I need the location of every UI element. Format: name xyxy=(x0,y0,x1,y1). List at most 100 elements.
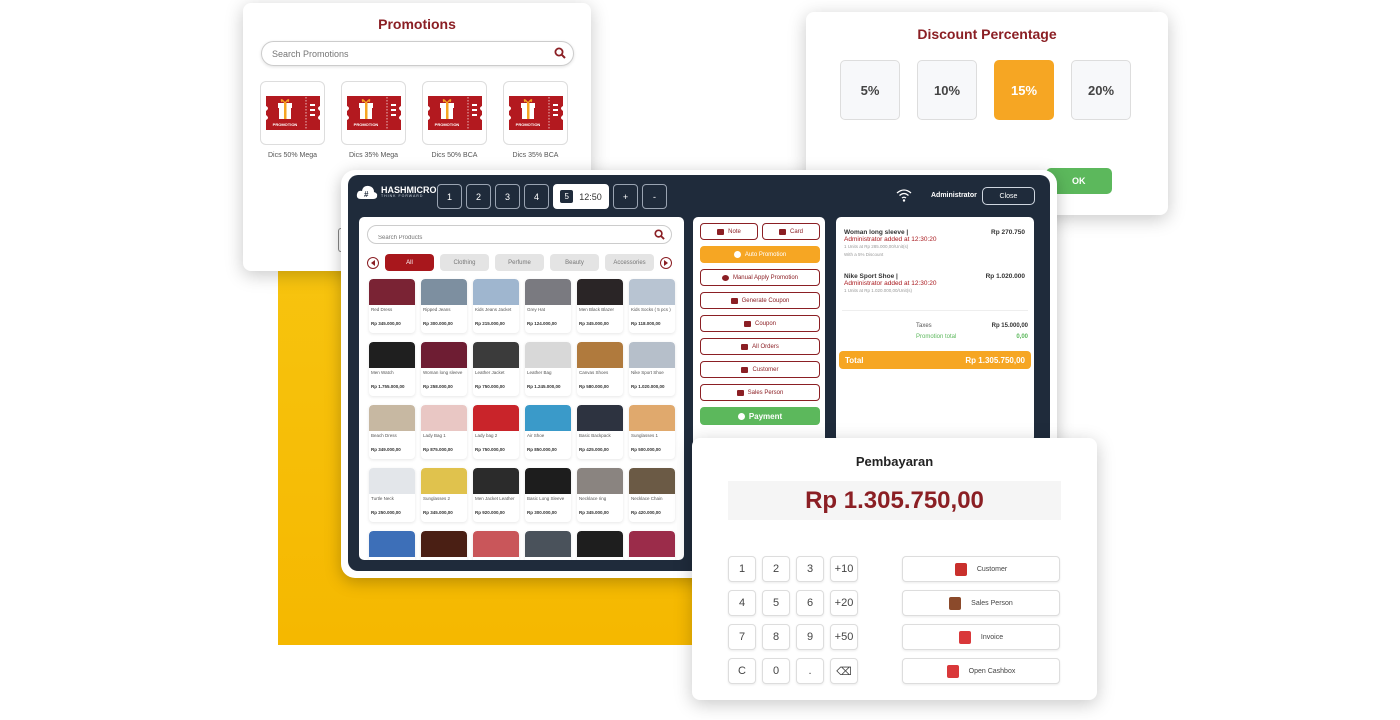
discount-title: Discount Percentage xyxy=(917,26,1057,42)
product-card[interactable]: Basic Long Sleeve Rp 300.000,00 xyxy=(525,468,571,522)
product-card[interactable]: Kids Socks ( 5 pcs ) Rp 118.000,00 xyxy=(629,279,675,333)
auto-promotion-button[interactable]: Auto Promotion xyxy=(700,246,820,263)
product-card[interactable]: Men Black Blazer Rp 345.000,00 xyxy=(577,279,623,333)
order-tab[interactable]: 4 xyxy=(524,184,549,209)
keypad-key[interactable]: 4 xyxy=(728,590,756,616)
product-card[interactable]: Woman long sleeve Rp 258.000,00 xyxy=(421,342,467,396)
product-card[interactable]: Ripped Jeans Rp 300.000,00 xyxy=(421,279,467,333)
product-card[interactable]: Grey Hat Rp 124.000,00 xyxy=(525,279,571,333)
keypad-key[interactable]: 5 xyxy=(762,590,790,616)
order-tab[interactable]: 1 xyxy=(437,184,462,209)
product-image xyxy=(629,531,675,557)
discount-option[interactable]: 20% xyxy=(1071,60,1131,120)
order-tab-active[interactable]: 5 12:50 xyxy=(553,184,609,209)
product-name: Sunglasses 1 xyxy=(631,433,659,438)
keypad-key[interactable]: +20 xyxy=(830,590,858,616)
discount-option[interactable]: 10% xyxy=(917,60,977,120)
promotion-item[interactable]: PROMOTION Dics 35% Mega xyxy=(341,81,406,159)
category-chip[interactable]: Accessories xyxy=(605,254,654,271)
product-card[interactable]: Beach Dress Rp 349.000,00 xyxy=(369,405,415,459)
product-card[interactable]: Lady bag 2 Rp 750.000,00 xyxy=(473,405,519,459)
product-grid: Red Dress Rp 345.000,00 Ripped Jeans Rp … xyxy=(369,279,675,560)
search-icon[interactable] xyxy=(654,229,665,240)
keypad-key[interactable]: 7 xyxy=(728,624,756,650)
sales-person-button[interactable]: Sales Person xyxy=(902,590,1060,616)
all-orders-button[interactable]: All Orders xyxy=(700,338,820,355)
keypad-key[interactable]: +50 xyxy=(830,624,858,650)
keypad-key[interactable]: 6 xyxy=(796,590,824,616)
promotion-item[interactable]: PROMOTION Dics 50% Mega xyxy=(260,81,325,159)
card-icon xyxy=(778,228,786,235)
product-card[interactable]: Leather Bag Rp 1.245.000,00 xyxy=(525,342,571,396)
scroll-left-icon[interactable] xyxy=(367,256,379,269)
product-card[interactable]: Men Watch Rp 1.755.000,00 xyxy=(369,342,415,396)
sales-person-button[interactable]: Sales Person xyxy=(700,384,820,401)
promotions-search[interactable] xyxy=(261,41,574,66)
promotion-total-label: Promotion total xyxy=(916,334,957,340)
payment-button[interactable]: Payment xyxy=(700,407,820,425)
promotions-search-input[interactable] xyxy=(262,42,532,65)
note-button[interactable]: Note xyxy=(700,223,758,240)
search-icon[interactable] xyxy=(554,47,566,59)
generate-coupon-button[interactable]: Generate Coupon xyxy=(700,292,820,309)
keypad-key[interactable]: C xyxy=(728,658,756,684)
manual-promotion-button[interactable]: Manual Apply Promotion xyxy=(700,269,820,286)
promotion-item[interactable]: PROMOTION Dics 35% BCA xyxy=(503,81,568,159)
discount-option[interactable]: 15% xyxy=(994,60,1054,120)
product-card[interactable] xyxy=(421,531,467,560)
keypad-key[interactable]: 3 xyxy=(796,556,824,582)
keypad-key[interactable]: +10 xyxy=(830,556,858,582)
product-card[interactable]: Kids Jeans Jacket Rp 215.000,00 xyxy=(473,279,519,333)
category-chip[interactable]: Beauty xyxy=(550,254,599,271)
keypad-key[interactable]: 8 xyxy=(762,624,790,650)
product-card[interactable]: Turtle Neck Rp 250.000,00 xyxy=(369,468,415,522)
category-chip[interactable]: All xyxy=(385,254,434,271)
open-cashbox-button[interactable]: Open Cashbox xyxy=(902,658,1060,684)
keypad-key[interactable]: 0 xyxy=(762,658,790,684)
product-card[interactable]: Red Dress Rp 345.000,00 xyxy=(369,279,415,333)
keypad-key[interactable]: 9 xyxy=(796,624,824,650)
keypad-key[interactable]: 2 xyxy=(762,556,790,582)
product-card[interactable]: Nike Sport Shoe Rp 1.020.000,00 xyxy=(629,342,675,396)
order-line[interactable]: Nike Sport Shoe | Rp 1.020.000 Administr… xyxy=(844,273,1029,295)
remove-tab-button[interactable]: - xyxy=(642,184,667,209)
order-line[interactable]: Woman long sleeve | Rp 270.750 Administr… xyxy=(844,229,1029,259)
order-tab[interactable]: 3 xyxy=(495,184,520,209)
add-tab-button[interactable]: + xyxy=(613,184,638,209)
scroll-right-icon[interactable] xyxy=(660,256,672,269)
invoice-button[interactable]: Invoice xyxy=(902,624,1060,650)
product-card[interactable]: Sunglasses 2 Rp 345.000,00 xyxy=(421,468,467,522)
customer-button[interactable]: Customer xyxy=(902,556,1060,582)
taxes-value: Rp 15.000,00 xyxy=(991,323,1028,329)
product-card[interactable]: Sunglasses 1 Rp 500.000,00 xyxy=(629,405,675,459)
product-card[interactable]: Air Shoe Rp 850.000,00 xyxy=(525,405,571,459)
cashbox-icon xyxy=(946,664,959,678)
customer-button[interactable]: Customer xyxy=(700,361,820,378)
backspace-key[interactable]: ⌫ xyxy=(830,658,858,684)
product-card[interactable]: Necklace ring Rp 345.000,00 xyxy=(577,468,623,522)
promotion-item[interactable]: PROMOTION Dics 50% BCA xyxy=(422,81,487,159)
product-card[interactable] xyxy=(525,531,571,560)
product-card[interactable]: Leather Jacket Rp 750.000,00 xyxy=(473,342,519,396)
order-tab[interactable]: 2 xyxy=(466,184,491,209)
keypad-key[interactable]: . xyxy=(796,658,824,684)
product-card[interactable] xyxy=(629,531,675,560)
card-button[interactable]: Card xyxy=(762,223,820,240)
svg-text:PROMOTION: PROMOTION xyxy=(515,122,540,127)
product-card[interactable] xyxy=(577,531,623,560)
product-card[interactable]: Men Jacket Leather Rp 920.000,00 xyxy=(473,468,519,522)
product-card[interactable] xyxy=(369,531,415,560)
category-chip[interactable]: Clothing xyxy=(440,254,489,271)
keypad-key[interactable]: 1 xyxy=(728,556,756,582)
category-chip[interactable]: Perfume xyxy=(495,254,544,271)
product-search-input[interactable] xyxy=(368,229,628,247)
product-card[interactable] xyxy=(473,531,519,560)
product-card[interactable]: Basic Backpack Rp 425.000,00 xyxy=(577,405,623,459)
product-card[interactable]: Necklace Chain Rp 420.000,00 xyxy=(629,468,675,522)
product-card[interactable]: Lady Bag 1 Rp 875.000,00 xyxy=(421,405,467,459)
product-card[interactable]: Canvas Shoes Rp 580.000,00 xyxy=(577,342,623,396)
discount-option[interactable]: 5% xyxy=(840,60,900,120)
close-button[interactable]: Close xyxy=(982,187,1035,205)
product-search[interactable] xyxy=(367,225,672,247)
coupon-button[interactable]: Coupon xyxy=(700,315,820,332)
